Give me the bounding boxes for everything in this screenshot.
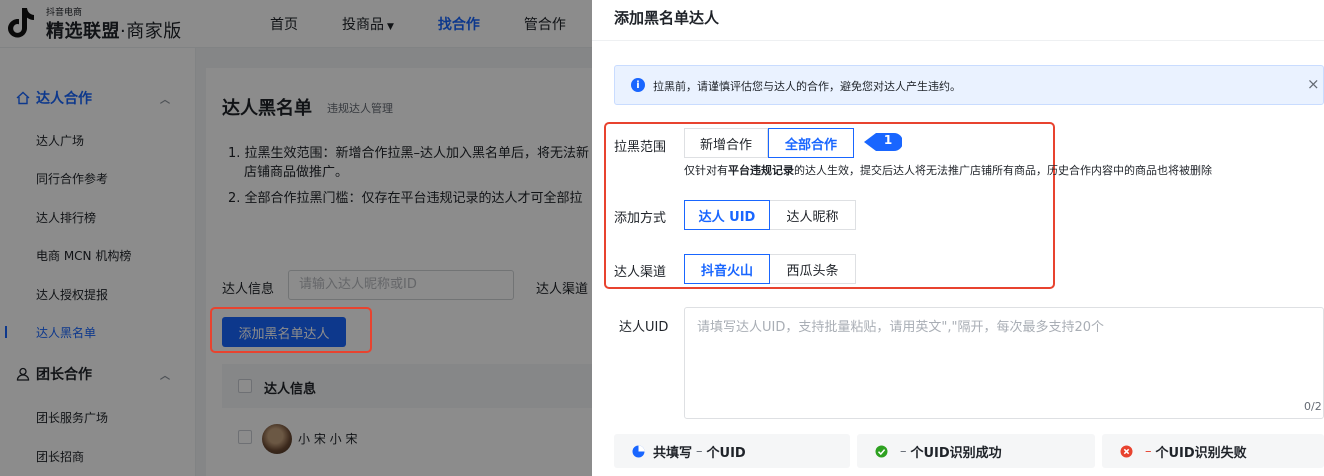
scope-label: 拉黑范围 [614,140,667,155]
method-option-nickname[interactable]: 达人昵称 [770,200,856,230]
scope-segmented-control: 新增合作 全部合作 [684,128,854,158]
stat-total-prefix: 共填写 [653,445,693,461]
uid-label: 达人UID [619,320,669,335]
stat-failed: – 个UID识别失败 [1102,434,1324,468]
method-segmented-control: 达人 UID 达人昵称 [684,200,856,230]
stat-success-suffix: 个UID识别成功 [910,445,1002,461]
stat-total-suffix: 个UID [706,445,746,461]
scope-option-new[interactable]: 新增合作 [684,128,768,158]
add-blacklist-drawer: 添加黑名单达人 i 拉黑前，请谨慎评估您与达人的合作，避免您对达人产生违约。 ×… [592,0,1324,476]
hint-bold: 平台违规记录 [728,164,794,177]
drawer-title: 添加黑名单达人 [614,9,720,27]
hint-prefix: 仅针对有 [684,164,728,177]
method-option-uid[interactable]: 达人 UID [684,200,770,230]
stat-total: 共填写 – 个UID [614,434,850,468]
modal-overlay[interactable] [0,0,592,476]
stat-failed-suffix: 个UID识别失败 [1155,445,1247,461]
method-label: 添加方式 [614,211,667,226]
scope-option-all[interactable]: 全部合作 [768,128,854,158]
hint-suffix: 的达人生效，提交后达人将无法推广店铺所有商品，历史合作内容中的商品也将被删除 [794,164,1212,177]
uid-textarea[interactable]: 请填写达人UID，支持批量粘贴，请用英文","隔开，每次最多支持20个 [684,307,1324,419]
stat-success: – 个UID识别成功 [857,434,1095,468]
divider [592,40,1324,41]
stat-total-value: – [696,443,703,459]
error-circle-icon [1120,445,1133,457]
char-counter: 0/2 [1304,400,1322,413]
pie-icon [632,445,645,457]
annotation-box-add-button [210,307,372,353]
info-icon: i [631,78,645,92]
stat-success-value: – [900,443,907,459]
warning-alert: i 拉黑前，请谨慎评估您与达人的合作，避免您对达人产生违约。 × [614,65,1324,105]
close-icon[interactable]: × [1307,75,1320,93]
alert-text: 拉黑前，请谨慎评估您与达人的合作，避免您对达人产生违约。 [653,80,961,93]
channel-label: 达人渠道 [614,265,667,280]
check-circle-icon [875,445,888,457]
scope-hint: 仅针对有平台违规记录的达人生效，提交后达人将无法推广店铺所有商品，历史合作内容中… [684,162,1212,178]
channel-segmented-control: 抖音火山 西瓜头条 [684,254,856,284]
channel-option-douyin[interactable]: 抖音火山 [684,254,770,284]
channel-option-xigua[interactable]: 西瓜头条 [770,254,856,284]
step-badge-number: 1 [883,133,893,147]
stat-failed-value: – [1145,443,1152,459]
